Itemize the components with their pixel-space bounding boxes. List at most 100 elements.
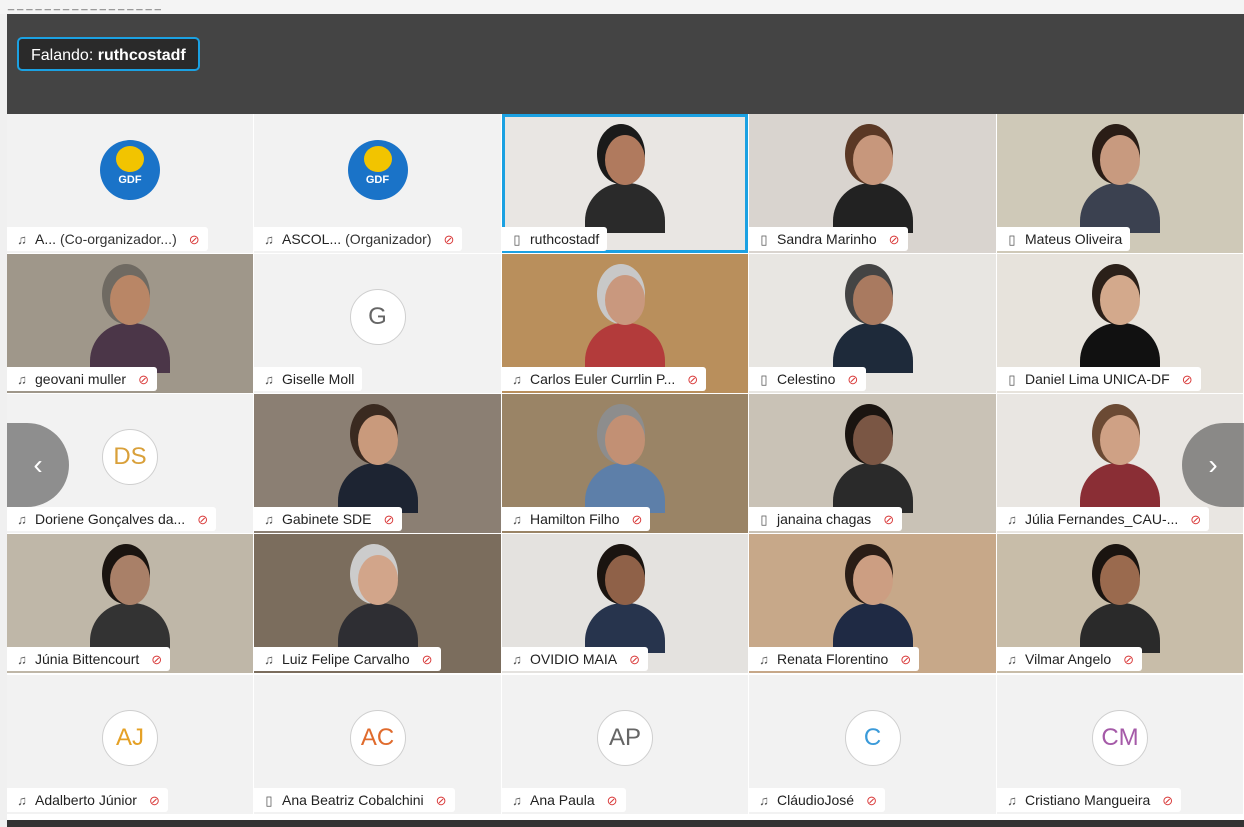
video-body: [90, 323, 170, 374]
participant-name: Luiz Felipe Carvalho: [282, 651, 410, 667]
participant-tile[interactable]: AJ ♫ Adalberto Júnior ⊘: [7, 675, 253, 814]
muted-mic-icon: ⊘: [383, 512, 395, 527]
participant-tile[interactable]: C ♫ CláudioJosé ⊘: [749, 675, 996, 814]
muted-mic-icon: ⊘: [687, 372, 699, 387]
video-face: [357, 415, 398, 466]
participant-tile[interactable]: ▯ janaina chagas ⊘: [749, 394, 996, 533]
participant-tile[interactable]: ♫ Júnia Bittencourt ⊘: [7, 534, 253, 673]
participant-name-label: ♫ Cristiano Mangueira ⊘: [997, 788, 1182, 812]
video-face: [357, 555, 398, 606]
bottom-toolbar: [7, 820, 1244, 827]
muted-mic-icon: ⊘: [435, 793, 447, 808]
phone-icon: ▯: [760, 372, 768, 387]
video-face: [852, 135, 893, 186]
participant-video: [337, 544, 418, 654]
participant-name-label: ♫ OVIDIO MAIA ⊘: [502, 647, 649, 671]
participant-name-label: ▯ Mateus Oliveira: [997, 227, 1131, 251]
phone-icon: ▯: [513, 232, 521, 247]
participant-video: [832, 544, 913, 654]
participant-role: (Co-organizador...): [60, 231, 177, 247]
muted-mic-icon: ⊘: [866, 793, 877, 808]
participant-name-label: ♫ Adalberto Júnior ⊘: [7, 788, 168, 812]
headset-icon: ♫: [759, 652, 769, 667]
participant-video: [1080, 544, 1160, 654]
video-face: [852, 415, 893, 466]
participant-tile[interactable]: G ♫ Giselle Moll: [254, 254, 501, 393]
muted-mic-icon: ⊘: [443, 232, 455, 247]
participant-name-label: ♫ Doriene Gonçalves da... ⊘: [7, 507, 217, 531]
participant-name-label: ♫ Gabinete SDE ⊘: [254, 507, 403, 531]
participant-tile[interactable]: AC ▯ Ana Beatriz Cobalchini ⊘: [254, 675, 501, 814]
participant-tile[interactable]: ♫ Hamilton Filho ⊘: [502, 394, 748, 533]
participant-name: Júnia Bittencourt: [35, 651, 140, 667]
participant-tile[interactable]: AP ♫ Ana Paula ⊘: [502, 675, 748, 814]
participant-name: geovani muller: [35, 371, 127, 387]
muted-mic-icon: ⊘: [606, 793, 618, 808]
participant-tile[interactable]: ♫ geovani muller ⊘: [7, 254, 253, 393]
logo-tree-icon: [116, 145, 144, 172]
participant-name-label: ▯ Sandra Marinho ⊘: [749, 227, 908, 251]
participant-video: [1080, 404, 1160, 514]
video-body: [1080, 463, 1160, 514]
participant-name: Giselle Moll: [282, 371, 355, 387]
video-face: [605, 135, 645, 186]
video-face: [1100, 135, 1140, 186]
video-face: [605, 555, 645, 606]
participant-name-label: ♫ Hamilton Filho ⊘: [502, 507, 651, 531]
initials-avatar: AC: [349, 709, 406, 766]
active-speaker-indicator: Falando: ruthcostadf: [17, 37, 200, 71]
participant-tile[interactable]: GDF ♫ A... (Co-organizador...) ⊘: [7, 114, 253, 253]
video-body: [1080, 183, 1160, 234]
participant-name-label: ♫ A... (Co-organizador...) ⊘: [7, 227, 208, 251]
participant-name: Celestino: [777, 371, 836, 387]
muted-mic-icon: ⊘: [629, 652, 641, 667]
participant-tile[interactable]: ▯ Daniel Lima UNICA-DF ⊘: [997, 254, 1243, 393]
participant-name: Sandra Marinho: [777, 231, 877, 247]
video-body: [585, 183, 665, 234]
participant-video: [585, 404, 665, 514]
headset-icon: ♫: [264, 512, 274, 527]
muted-mic-icon: ⊘: [197, 512, 209, 527]
gdf-logo: GDF: [100, 139, 160, 200]
participant-name-label: ♫ Renata Florentino ⊘: [749, 647, 920, 671]
participant-name-label: ♫ Giselle Moll: [254, 367, 363, 391]
video-face: [110, 555, 150, 606]
participant-name: ASCOL...: [282, 231, 342, 247]
meeting-header: Falando: ruthcostadf: [7, 14, 1244, 114]
participant-video: [337, 404, 418, 514]
logo-tree-icon: [363, 145, 392, 172]
muted-mic-icon: ⊘: [188, 232, 200, 247]
participant-video: [1080, 264, 1160, 374]
participant-name-label: ▯ janaina chagas ⊘: [749, 507, 903, 531]
video-body: [585, 603, 665, 654]
video-face: [110, 275, 150, 326]
participant-tile[interactable]: ♫ Renata Florentino ⊘: [749, 534, 996, 673]
headset-icon: ♫: [1007, 652, 1017, 667]
muted-mic-icon: ⊘: [847, 372, 859, 387]
participant-name: Doriene Gonçalves da...: [35, 511, 186, 527]
participant-tile[interactable]: ▯ Celestino ⊘: [749, 254, 996, 393]
video-body: [585, 323, 665, 374]
participant-video: [90, 264, 170, 374]
muted-mic-icon: ⊘: [151, 652, 163, 667]
participant-tile[interactable]: CM ♫ Cristiano Mangueira ⊘: [997, 675, 1243, 814]
video-body: [90, 603, 170, 654]
participant-tile[interactable]: ♫ Vilmar Angelo ⊘: [997, 534, 1243, 673]
muted-mic-icon: ⊘: [421, 652, 433, 667]
video-face: [605, 415, 645, 466]
participant-name-label: ▯ ruthcostadf: [502, 227, 608, 251]
participant-tile[interactable]: ♫ Gabinete SDE ⊘: [254, 394, 501, 533]
participant-tile[interactable]: ▯ Sandra Marinho ⊘: [749, 114, 996, 253]
participant-tile[interactable]: GDF ♫ ASCOL... (Organizador) ⊘: [254, 114, 501, 253]
participant-name-label: ♫ geovani muller ⊘: [7, 367, 157, 391]
participant-name: A...: [35, 231, 57, 247]
participant-name: Ana Beatriz Cobalchini: [282, 792, 424, 808]
chevron-right-icon: ›: [1208, 449, 1218, 480]
headset-icon: ♫: [1007, 512, 1017, 527]
participant-tile[interactable]: ♫ Carlos Euler Currlin P... ⊘: [502, 254, 748, 393]
participant-tile[interactable]: ♫ OVIDIO MAIA ⊘: [502, 534, 748, 673]
video-body: [832, 463, 913, 514]
participant-tile[interactable]: ♫ Luiz Felipe Carvalho ⊘: [254, 534, 501, 673]
participant-tile[interactable]: ▯ Mateus Oliveira: [997, 114, 1243, 253]
participant-tile[interactable]: ▯ ruthcostadf: [502, 114, 748, 253]
